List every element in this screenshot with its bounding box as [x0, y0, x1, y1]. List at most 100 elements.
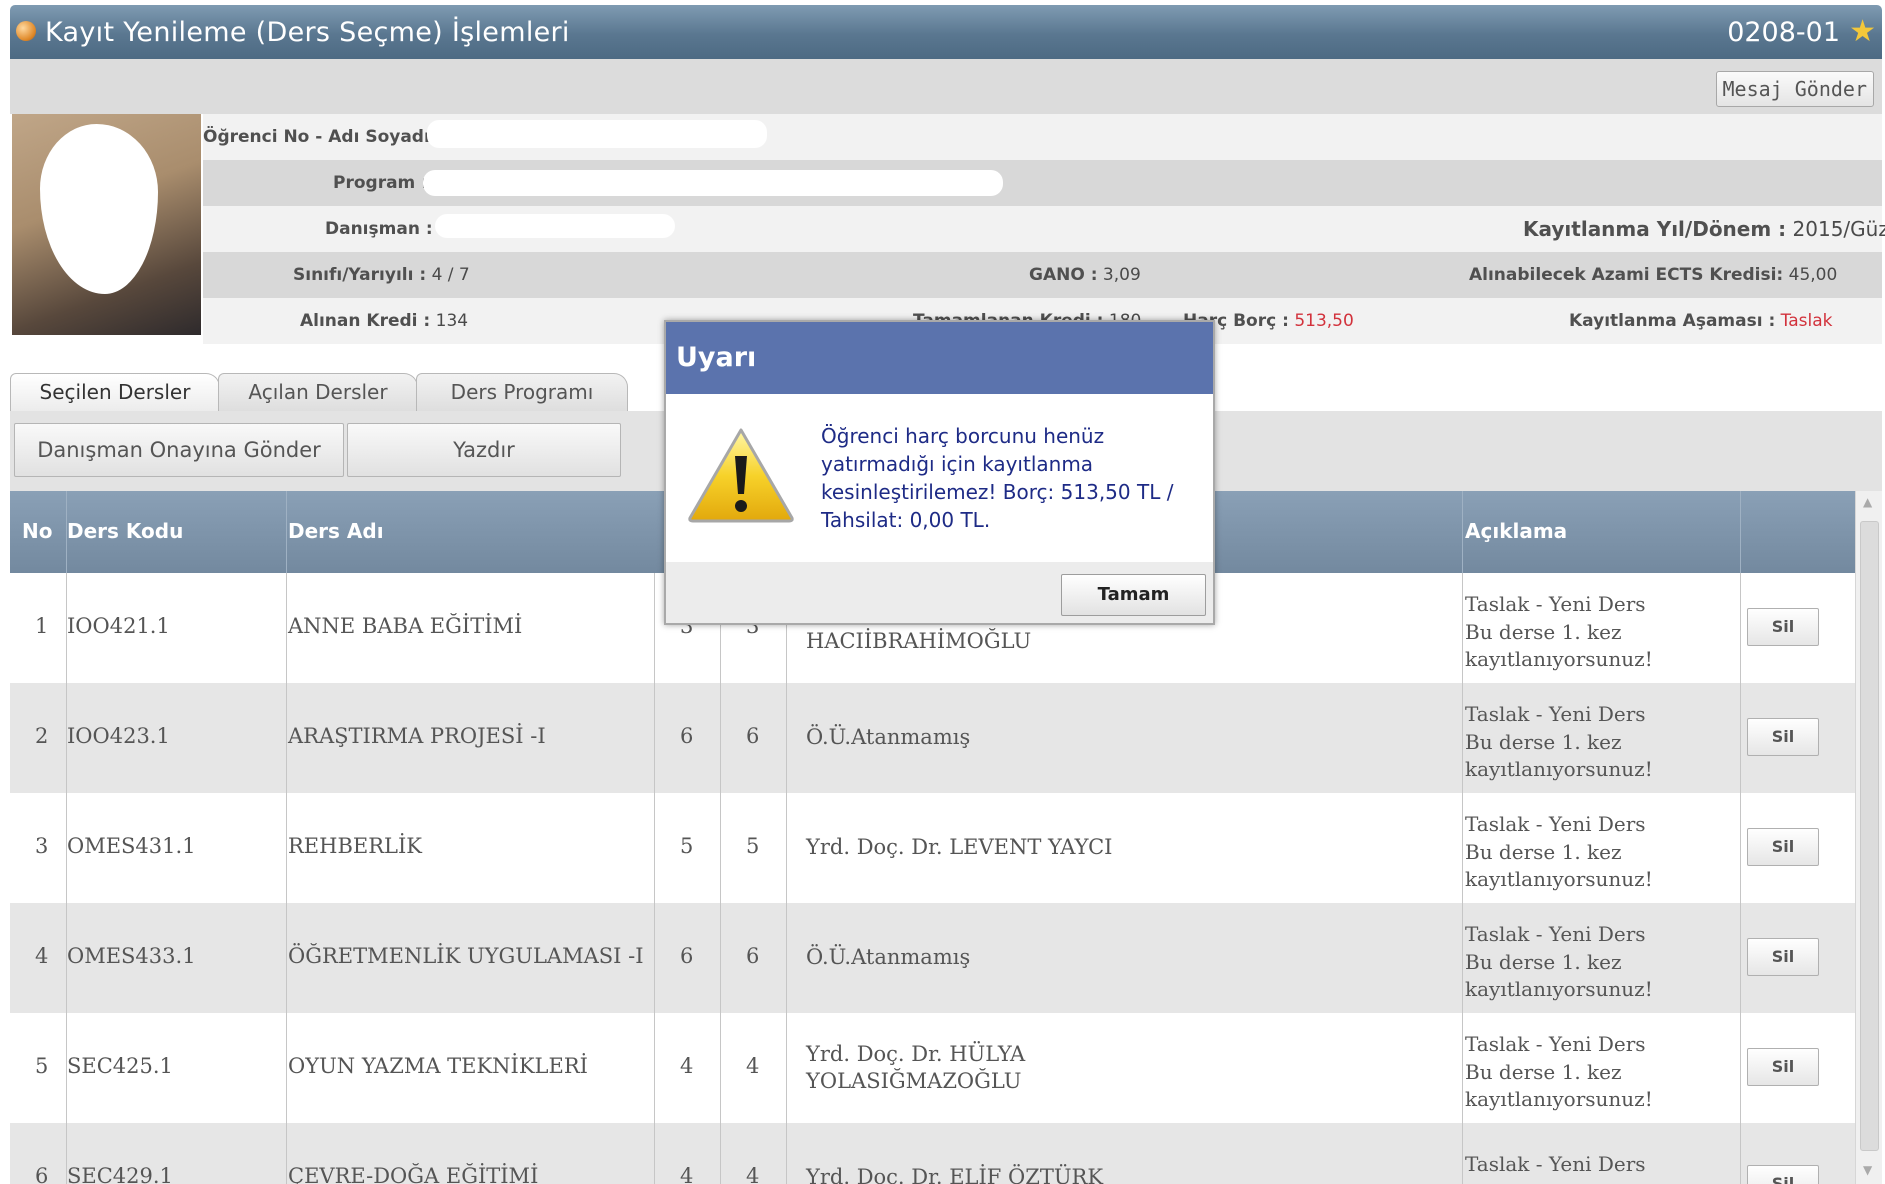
tab-open-courses[interactable]: Açılan Dersler: [218, 373, 418, 411]
program-label: Program :: [333, 173, 428, 193]
cell-ects: 6: [746, 944, 760, 968]
scroll-up-icon[interactable]: ▲: [1863, 495, 1872, 509]
table-row: 2 IOO423.1 ARAŞTIRMA PROJESİ -I 6 6 Ö.Ü.…: [10, 683, 1855, 793]
advisor-redaction: [435, 214, 675, 238]
window-title: Kayıt Yenileme (Ders Seçme) İşlemleri: [45, 17, 570, 48]
cell-description: Taslak - Yeni Ders Bu derse 1. kez kayıt…: [1465, 1032, 1653, 1111]
cell-instructor: Yrd. Doç. Dr. HÜLYA YOLASIĞMAZOĞLU: [806, 1042, 1026, 1093]
dialog-footer: Tamam: [666, 562, 1213, 623]
cell-ects: 5: [746, 834, 760, 858]
cell-instructor: Yrd. Doç. Dr. ELİF ÖZTÜRK: [806, 1165, 1104, 1184]
warning-icon: [688, 428, 794, 523]
ects-label: Alınabilecek Azami ECTS Kredisi:: [1469, 265, 1784, 285]
period-value: 2015/Güz: [1792, 217, 1885, 241]
cell-code: OMES433.1: [67, 944, 196, 968]
header-course-name: Ders Adı: [288, 519, 384, 543]
info-row-advisor: Danışman : Kayıtlanma Yıl/Dönem : 2015/G…: [203, 206, 1885, 252]
student-name-redaction: [427, 120, 767, 148]
cell-name: REHBERLİK: [288, 834, 422, 858]
cell-description: Taslak - Yeni Ders Bu derse 1. kez kayıt…: [1465, 592, 1653, 671]
table-row: 6 SEC429.1 ÇEVRE-DOĞA EĞİTİMİ 4 4 Yrd. D…: [10, 1123, 1855, 1184]
cell-no: 2: [35, 724, 49, 748]
delete-course-button[interactable]: Sil: [1747, 828, 1819, 866]
cell-credit: 6: [680, 724, 694, 748]
cell-description: Taslak - Yeni Ders Bu derse 1. kez kayıt…: [1465, 922, 1653, 1001]
cell-name: ÖĞRETMENLİK UYGULAMASI -I: [288, 944, 644, 968]
student-no-label: Öğrenci No - Adı Soyadı :: [203, 127, 443, 147]
gano-value: 3,09: [1102, 265, 1141, 285]
cell-no: 3: [35, 834, 49, 858]
send-to-advisor-button[interactable]: Danışman Onayına Gönder: [14, 423, 344, 477]
cell-no: 1: [35, 614, 49, 638]
cell-credit: 6: [680, 944, 694, 968]
class-value: 4 / 7: [431, 265, 470, 285]
cell-name: ANNE BABA EĞİTİMİ: [288, 614, 523, 638]
header-no: No: [22, 519, 53, 543]
table-row: 5 SEC425.1 OYUN YAZMA TEKNİKLERİ 4 4 Yrd…: [10, 1013, 1855, 1123]
info-row-student: Öğrenci No - Adı Soyadı :: [203, 114, 1882, 160]
dialog-message: Öğrenci harç borcunu henüz yatırmadığı i…: [821, 424, 1174, 532]
delete-course-button[interactable]: Sil: [1747, 718, 1819, 756]
cell-code: IOO421.1: [67, 614, 170, 638]
cell-no: 6: [35, 1164, 49, 1184]
gano-label: GANO :: [1029, 265, 1098, 285]
program-redaction: [423, 170, 1003, 196]
send-message-button[interactable]: Mesaj Gönder: [1715, 71, 1874, 107]
header-course-code: Ders Kodu: [67, 519, 184, 543]
fee-value: 513,50: [1294, 311, 1354, 331]
cell-code: SEC429.1: [67, 1164, 173, 1184]
table-row: 3 OMES431.1 REHBERLİK 5 5 Yrd. Doç. Dr. …: [10, 793, 1855, 903]
advisor-label: Danışman :: [325, 219, 433, 239]
cell-credit: 5: [680, 834, 694, 858]
header-description: Açıklama: [1465, 519, 1568, 543]
table-row: 4 OMES433.1 ÖĞRETMENLİK UYGULAMASI -I 6 …: [10, 903, 1855, 1013]
cell-description: Taslak - Yeni Ders: [1465, 1152, 1646, 1176]
info-row-program: Program :: [203, 160, 1882, 206]
window-titlebar: Kayıt Yenileme (Ders Seçme) İşlemleri 02…: [10, 5, 1882, 59]
student-photo: [12, 114, 201, 335]
class-label: Sınıfı/Yarıyılı :: [293, 265, 427, 285]
photo-redaction: [40, 124, 158, 294]
cell-ects: 6: [746, 724, 760, 748]
warning-dialog: Uyarı Öğrenci harç borcunu henüz yatırma…: [664, 320, 1215, 625]
delete-course-button[interactable]: Sil: [1747, 1048, 1819, 1086]
stage-value: Taslak: [1780, 311, 1833, 331]
cell-ects: 4: [746, 1164, 760, 1184]
app-icon: [16, 21, 36, 41]
cell-name: ÇEVRE-DOĞA EĞİTİMİ: [288, 1164, 539, 1184]
cell-code: OMES431.1: [67, 834, 196, 858]
cell-code: IOO423.1: [67, 724, 170, 748]
tab-selected-courses[interactable]: Seçilen Dersler: [10, 373, 220, 411]
print-button[interactable]: Yazdır: [347, 423, 621, 477]
period-label: Kayıtlanma Yıl/Dönem :: [1523, 217, 1787, 241]
cell-credit: 4: [680, 1054, 694, 1078]
ok-button[interactable]: Tamam: [1061, 574, 1206, 616]
cell-description: Taslak - Yeni Ders Bu derse 1. kez kayıt…: [1465, 812, 1653, 891]
delete-course-button[interactable]: Sil: [1747, 1165, 1819, 1184]
credit-label: Alınan Kredi :: [300, 311, 431, 331]
cell-no: 5: [35, 1054, 49, 1078]
cell-name: OYUN YAZMA TEKNİKLERİ: [288, 1054, 588, 1078]
delete-course-button[interactable]: Sil: [1747, 938, 1819, 976]
ects-value: 45,00: [1788, 265, 1838, 285]
cell-description: Taslak - Yeni Ders Bu derse 1. kez kayıt…: [1465, 702, 1653, 781]
dialog-title: Uyarı: [666, 322, 1213, 394]
cell-instructor: HACIİBRAHİMOĞLU: [806, 629, 1032, 653]
cell-instructor: Ö.Ü.Atanmamış: [806, 725, 971, 749]
cell-no: 4: [35, 944, 49, 968]
favorite-star-icon[interactable]: ★: [1849, 14, 1876, 49]
info-row-class: Sınıfı/Yarıyılı : 4 / 7 GANO : 3,09 Alın…: [203, 252, 1882, 298]
cell-code: SEC425.1: [67, 1054, 173, 1078]
table-scrollbar[interactable]: ▲ ▼: [1855, 491, 1882, 1184]
stage-label: Kayıtlanma Aşaması :: [1569, 311, 1776, 331]
tab-course-schedule[interactable]: Ders Programı: [416, 373, 628, 411]
cell-instructor: Yrd. Doç. Dr. LEVENT YAYCI: [806, 835, 1113, 859]
cell-ects: 4: [746, 1054, 760, 1078]
scroll-down-icon[interactable]: ▼: [1863, 1163, 1872, 1177]
message-bar: Mesaj Gönder: [10, 59, 1882, 114]
scrollbar-thumb[interactable]: [1860, 521, 1879, 1151]
credit-value: 134: [435, 311, 469, 331]
cell-name: ARAŞTIRMA PROJESİ -I: [288, 724, 546, 748]
cell-instructor: Ö.Ü.Atanmamış: [806, 945, 971, 969]
delete-course-button[interactable]: Sil: [1747, 608, 1819, 646]
